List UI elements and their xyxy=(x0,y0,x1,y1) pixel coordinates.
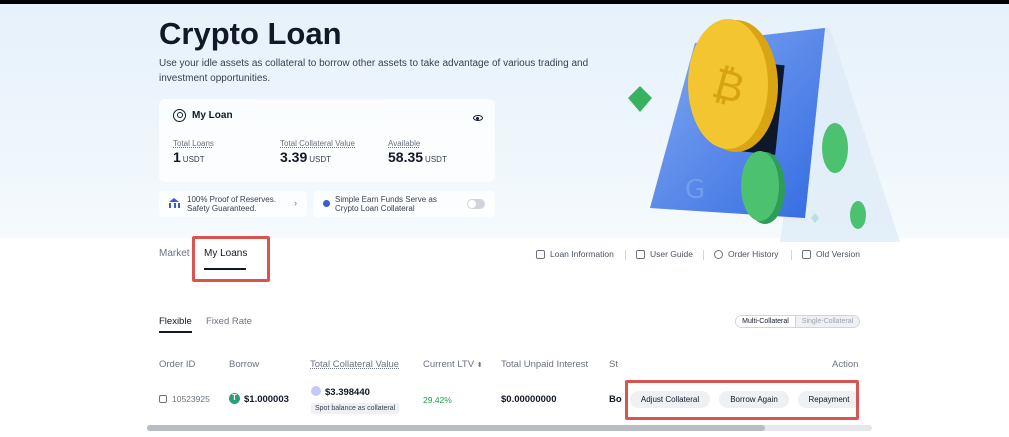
stat-label: Total Collateral Value xyxy=(280,139,356,148)
reserves-text-1: 100% Proof of Reserves. xyxy=(187,195,276,204)
order-id-cell[interactable]: 10523925 xyxy=(159,394,210,404)
earn-icon xyxy=(323,200,330,207)
hero-banner: Crypto Loan Use your idle assets as coll… xyxy=(0,4,1009,242)
single-collateral-option[interactable]: Single-Collateral xyxy=(796,316,859,327)
simple-earn-toggle[interactable] xyxy=(467,199,485,209)
header-action: Action xyxy=(832,359,859,370)
highlight-my-loans xyxy=(192,236,270,282)
scrollbar-thumb[interactable] xyxy=(147,425,765,431)
page-title: Crypto Loan xyxy=(159,16,342,51)
loan-information-link[interactable]: Loan Information xyxy=(536,249,614,259)
spot-balance-badge: Spot balance as collateral xyxy=(311,403,400,414)
old-version-link[interactable]: Old Version xyxy=(802,249,860,259)
expand-icon[interactable] xyxy=(159,395,167,403)
header-current-ltv[interactable]: Current LTV ⬍ xyxy=(423,359,483,370)
usdt-icon xyxy=(229,393,240,404)
reserves-text-2: Safety Guaranteed. xyxy=(187,204,257,213)
stat-available: Available 58.35 USDT xyxy=(388,139,447,165)
collateral-coin-icon xyxy=(311,386,321,396)
collateral-mode-toggle: Multi-Collateral Single-Collateral xyxy=(735,315,860,328)
earn-text-2: Crypto Loan Collateral xyxy=(335,204,415,213)
status-cell: Bo xyxy=(609,394,622,405)
user-guide-link[interactable]: User Guide xyxy=(636,249,693,259)
crypto-coins-illustration: ₿ G xyxy=(628,19,900,242)
stat-label: Available xyxy=(388,139,421,148)
divider xyxy=(791,250,792,260)
header-borrow: Borrow xyxy=(229,359,260,370)
tab-flexible[interactable]: Flexible xyxy=(159,316,192,327)
divider xyxy=(625,250,626,260)
chevron-right-icon: › xyxy=(294,198,297,208)
simple-earn-banner: Simple Earn Funds Serve as Crypto Loan C… xyxy=(313,191,495,217)
document-icon xyxy=(536,249,545,259)
my-loan-title: My Loan xyxy=(192,110,233,121)
divider xyxy=(703,250,704,260)
tab-market[interactable]: Market xyxy=(159,248,190,259)
clock-icon xyxy=(714,249,723,259)
header-total-collateral[interactable]: Total Collateral Value xyxy=(310,359,399,370)
collateral-cell: $3.398440 xyxy=(311,386,370,398)
header-unpaid-interest: Total Unpaid Interest xyxy=(501,359,589,370)
ltv-cell: 29.42% xyxy=(423,395,452,405)
eye-icon[interactable] xyxy=(473,115,483,121)
stat-total-loans: Total Loans 1 USDT xyxy=(173,139,214,165)
stat-value: 58.35 USDT xyxy=(388,149,447,165)
page-subtitle: Use your idle assets as collateral to bo… xyxy=(159,58,589,84)
header-order-id: Order ID xyxy=(159,359,196,370)
earn-text-1: Simple Earn Funds Serve as xyxy=(335,195,437,204)
bank-icon xyxy=(169,198,180,208)
borrow-cell: $1.000003 xyxy=(229,393,289,405)
unpaid-interest-cell: $0.00000000 xyxy=(501,394,557,405)
user-icon xyxy=(173,109,186,122)
order-history-link[interactable]: Order History xyxy=(714,249,779,259)
tab-fixed-rate[interactable]: Fixed Rate xyxy=(206,316,252,327)
stat-total-collateral: Total Collateral Value 3.39 USDT xyxy=(280,139,355,165)
guide-icon xyxy=(636,249,645,259)
highlight-actions xyxy=(625,380,859,420)
header-status: St xyxy=(609,359,618,370)
multi-collateral-option[interactable]: Multi-Collateral xyxy=(736,316,796,327)
sort-icon: ⬍ xyxy=(476,362,483,369)
my-loan-header: My Loan xyxy=(173,109,233,122)
stat-value: 3.39 USDT xyxy=(280,149,332,165)
my-loan-card: My Loan Total Loans 1 USDT Total Collater… xyxy=(159,99,495,182)
horizontal-scrollbar[interactable] xyxy=(147,425,872,431)
stat-value: 1 USDT xyxy=(173,149,205,165)
stat-label: Total Loans xyxy=(173,139,214,148)
flexible-underline xyxy=(159,331,192,333)
switch-icon xyxy=(802,249,811,259)
svg-text:G: G xyxy=(685,175,705,205)
proof-of-reserves-banner[interactable]: 100% Proof of Reserves. Safety Guarantee… xyxy=(159,191,307,217)
